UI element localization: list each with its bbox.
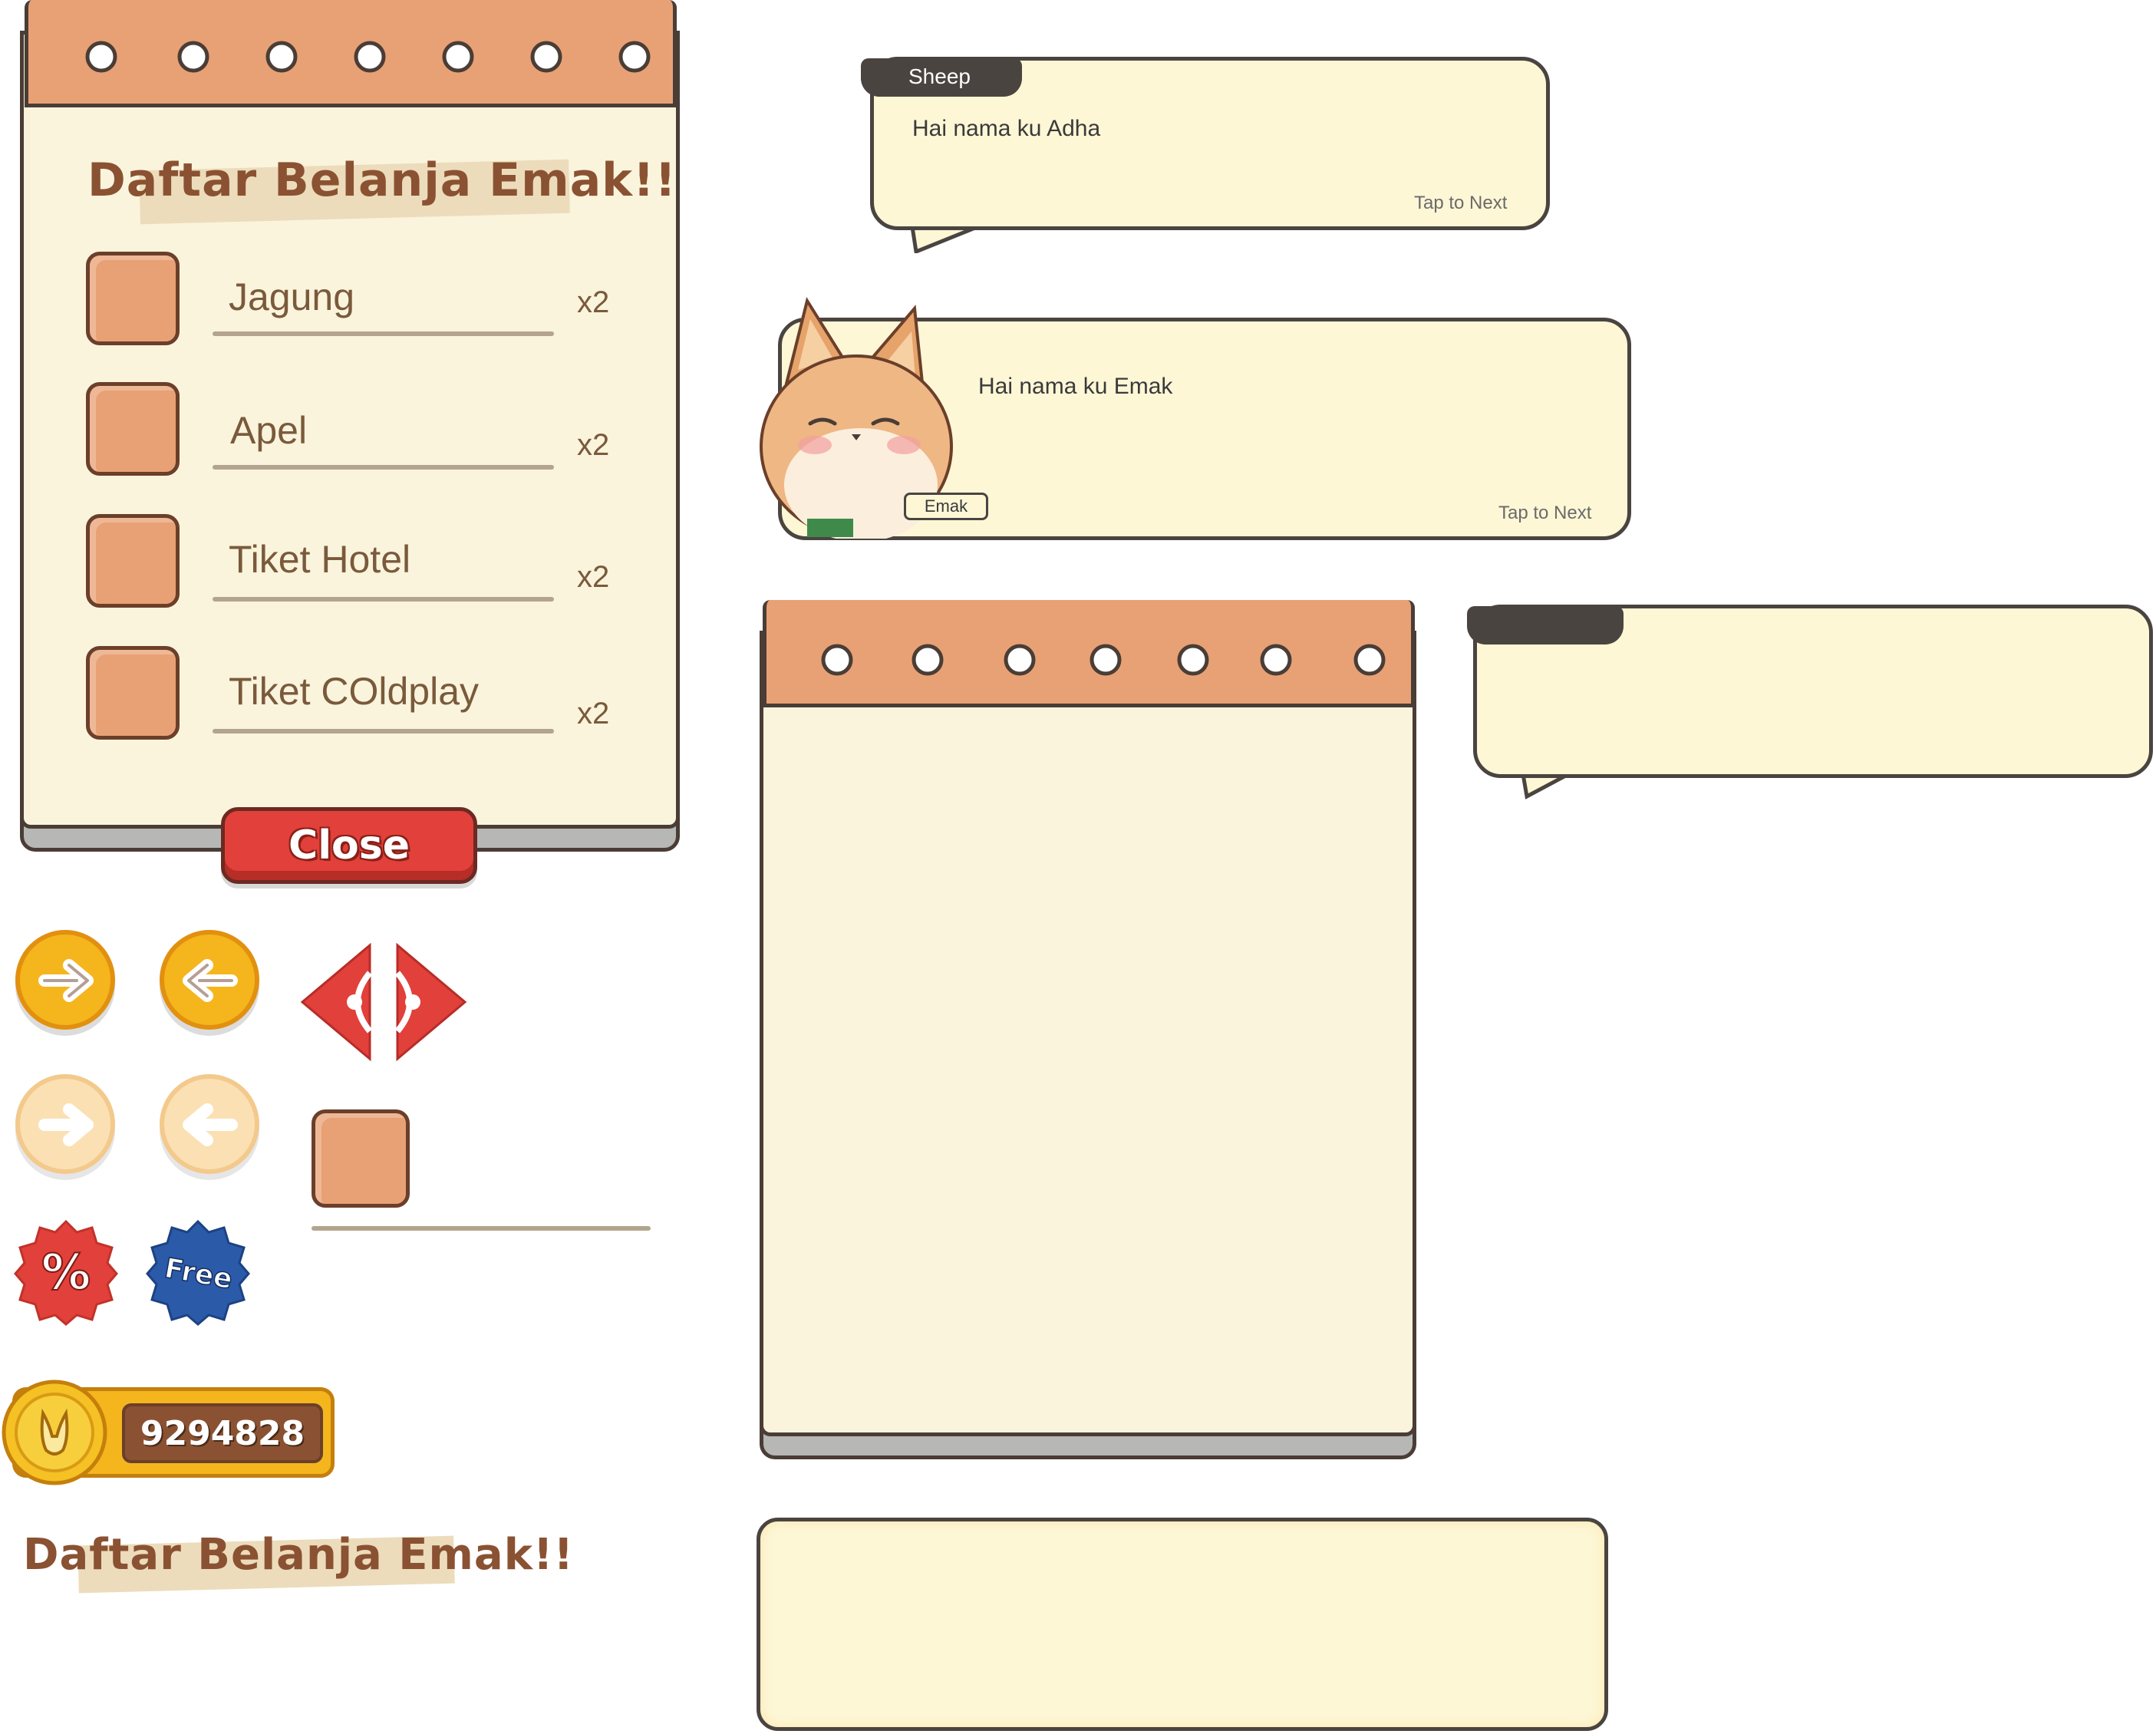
binding-tabs-icon <box>821 644 1386 676</box>
item-qty-jagung: x2 <box>577 285 610 319</box>
split-arrows-icon[interactable] <box>299 942 468 1065</box>
logo-title: Daftar Belanja Emak!! <box>23 1530 575 1580</box>
checkbox-tiket-coldplay[interactable] <box>86 646 180 740</box>
item-underline <box>213 597 554 602</box>
binding-tabs-icon <box>85 41 651 73</box>
checkbox-apel[interactable] <box>86 382 180 476</box>
binding-strip <box>763 600 1415 707</box>
free-badge-icon: Free <box>146 1219 250 1326</box>
close-button[interactable]: Close <box>221 807 477 884</box>
binding-strip <box>25 0 677 107</box>
checkbox-jagung[interactable] <box>86 252 180 345</box>
back-arrow-button[interactable] <box>160 930 259 1030</box>
discount-badge-icon: % <box>14 1219 118 1326</box>
checkbox-sample[interactable] <box>312 1109 410 1208</box>
dialog-text: Hai nama ku Adha <box>912 116 1101 141</box>
arrow-left-icon <box>183 959 238 1002</box>
next-arrow-button[interactable] <box>15 930 115 1030</box>
item-underline-sample <box>312 1226 651 1231</box>
item-underline <box>213 729 554 733</box>
item-qty-tiket-hotel: x2 <box>577 560 610 594</box>
list-title: Daftar Belanja Emak!! <box>87 153 677 207</box>
item-label-apel: Apel <box>230 409 308 452</box>
item-label-tiket-hotel: Tiket Hotel <box>229 538 411 581</box>
notepad-paper <box>760 631 1416 1436</box>
speaker-name: Emak <box>924 496 968 516</box>
dialog-text: Hai nama ku Emak <box>978 374 1173 399</box>
tap-to-next-hint[interactable]: Tap to Next <box>1498 503 1591 524</box>
coin-amount: 9294828 <box>140 1413 305 1453</box>
item-qty-apel: x2 <box>577 428 610 462</box>
speaker-name: Sheep <box>908 64 971 88</box>
back-arrow-button-disabled[interactable] <box>160 1074 259 1174</box>
checkbox-tiket-hotel[interactable] <box>86 514 180 608</box>
shopping-list-panel: Daftar Belanja Emak!! Jagung x2 Apel x2 … <box>17 0 684 884</box>
discount-badge-label: % <box>41 1244 91 1301</box>
speaker-tag-emak: Emak <box>904 493 988 520</box>
item-underline <box>213 465 554 470</box>
arrow-right-icon <box>38 1103 94 1146</box>
coin-icon <box>2 1380 107 1485</box>
empty-text-panel <box>757 1518 1608 1731</box>
close-button-label: Close <box>288 822 410 869</box>
coin-value-box: 9294828 <box>122 1403 323 1463</box>
tap-to-next-hint[interactable]: Tap to Next <box>1414 193 1507 214</box>
arrow-left-icon <box>183 1103 238 1146</box>
item-label-tiket-coldplay: Tiket COldplay <box>229 670 480 713</box>
item-label-jagung: Jagung <box>229 275 355 318</box>
item-underline <box>213 331 554 336</box>
next-arrow-button-disabled[interactable] <box>15 1074 115 1174</box>
blank-notepad <box>757 600 1421 1462</box>
item-qty-tiket-coldplay: x2 <box>577 697 610 730</box>
arrow-right-icon <box>38 959 94 1002</box>
speaker-tag-empty <box>1467 606 1624 644</box>
